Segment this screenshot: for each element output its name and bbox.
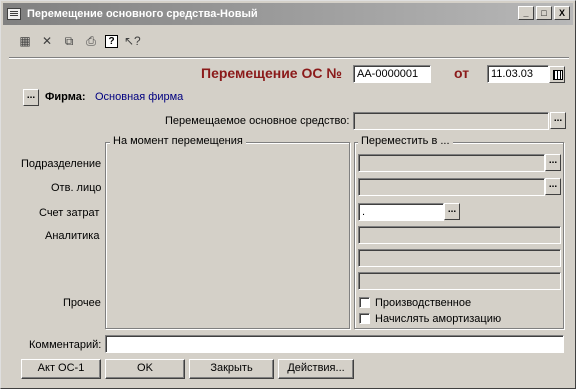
doc-number-field[interactable]: АА-0000001: [353, 65, 431, 83]
responsible-field[interactable]: [358, 178, 545, 196]
window-controls: _ □ X: [518, 6, 570, 20]
act-os1-button[interactable]: Акт ОС-1: [21, 359, 101, 379]
other-label: Прочее: [63, 297, 101, 309]
depreciation-checkbox[interactable]: [359, 313, 370, 324]
asset-field[interactable]: [353, 112, 549, 130]
doc-title: Перемещение ОС №: [201, 65, 342, 81]
ok-button[interactable]: OK: [105, 359, 185, 379]
close-button[interactable]: Закрыть: [189, 359, 274, 379]
productive-checkbox-label: Производственное: [375, 297, 472, 309]
division-field[interactable]: [358, 154, 545, 172]
productive-checkbox[interactable]: [359, 297, 370, 308]
help-icon[interactable]: ?: [105, 34, 118, 48]
toolbar-separator: [9, 57, 569, 59]
document-icon: [7, 8, 21, 20]
title-bar[interactable]: Перемещение основного средства-Новый _ □…: [3, 3, 573, 25]
window-title: Перемещение основного средства-Новый: [27, 8, 258, 20]
depreciation-checkbox-label: Начислять амортизацию: [375, 313, 502, 325]
responsible-select-button[interactable]: ...: [545, 178, 561, 195]
cost-account-label: Счет затрат: [39, 207, 100, 219]
firm-value-link[interactable]: Основная фирма: [95, 91, 183, 103]
minimize-button[interactable]: _: [518, 6, 534, 20]
analytics-field-1[interactable]: [358, 226, 561, 244]
doc-delete-icon[interactable]: ✕: [39, 33, 55, 49]
analytics-label: Аналитика: [45, 230, 100, 242]
analytics-field-3[interactable]: [358, 272, 561, 290]
doc-date-field[interactable]: 11.03.03: [487, 65, 549, 83]
doc-props-icon[interactable]: ▦: [17, 33, 33, 49]
cost-account-field[interactable]: .: [358, 203, 444, 221]
division-select-button[interactable]: ...: [545, 154, 561, 171]
actions-button[interactable]: Действия...: [278, 359, 354, 379]
asset-label: Перемещаемое основное средство:: [165, 115, 350, 127]
cost-account-select-button[interactable]: ...: [444, 203, 460, 220]
group-at-moment: [105, 142, 350, 329]
division-label: Подразделение: [21, 158, 102, 170]
close-window-button[interactable]: X: [554, 6, 570, 20]
responsible-label: Отв. лицо: [51, 182, 102, 194]
analytics-field-2[interactable]: [358, 249, 561, 267]
date-from-label: от: [454, 65, 470, 81]
group-at-moment-title: На момент перемещения: [110, 135, 246, 147]
maximize-button[interactable]: □: [536, 6, 552, 20]
asset-select-button[interactable]: ...: [550, 112, 566, 129]
document-window: Перемещение основного средства-Новый _ □…: [0, 0, 576, 389]
context-help-icon[interactable]: ↖?: [124, 33, 141, 49]
toolbar: ▦ ✕ ⧉ ⎙ ? ↖?: [17, 31, 140, 51]
doc-copy-icon[interactable]: ⧉: [61, 33, 77, 49]
comment-label: Комментарий:: [29, 339, 102, 351]
firm-label: Фирма:: [45, 91, 86, 103]
doc-print-icon[interactable]: ⎙: [83, 33, 99, 49]
comment-field[interactable]: [105, 335, 564, 353]
calendar-button[interactable]: [549, 66, 565, 83]
group-move-to-title: Переместить в ...: [358, 135, 453, 147]
firm-select-button[interactable]: ...: [23, 89, 39, 106]
